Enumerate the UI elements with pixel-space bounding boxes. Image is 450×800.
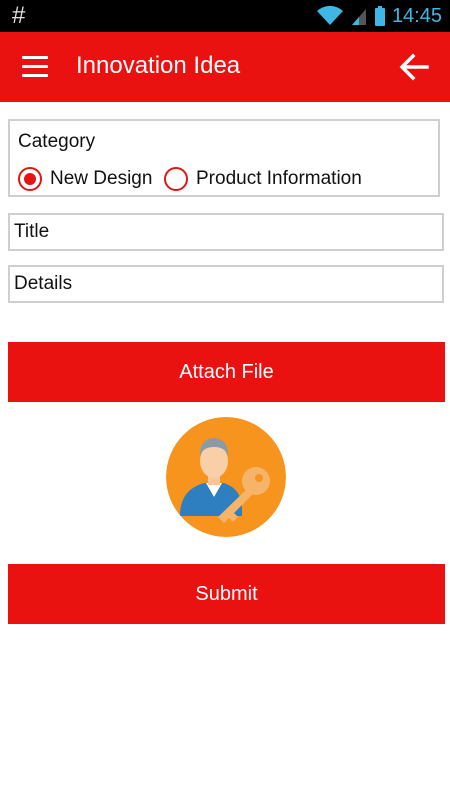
- radio-checked-icon: [18, 167, 42, 191]
- signal-icon: [350, 5, 368, 27]
- user-key-icon: [166, 417, 286, 537]
- submit-button[interactable]: Submit: [8, 564, 445, 624]
- category-group: Category New Design Product Information: [8, 119, 440, 197]
- radio-product-information-label: Product Information: [196, 168, 362, 189]
- avatar: [166, 417, 286, 537]
- menu-icon[interactable]: [22, 56, 48, 78]
- status-bar: # 14:45: [0, 0, 450, 32]
- battery-icon: [374, 5, 386, 27]
- attach-file-button[interactable]: Attach File: [8, 342, 445, 402]
- status-icons: 14:45: [316, 0, 442, 32]
- page-title: Innovation Idea: [76, 52, 241, 79]
- wifi-icon: [316, 5, 344, 27]
- radio-new-design-label: New Design: [50, 168, 153, 189]
- category-label: Category: [18, 131, 96, 152]
- app-bar: Innovation Idea: [0, 32, 450, 102]
- radio-new-design[interactable]: New Design: [18, 167, 152, 191]
- details-input[interactable]: [8, 265, 444, 303]
- radio-unchecked-icon: [164, 167, 188, 191]
- radio-product-information[interactable]: Product Information: [164, 167, 362, 191]
- screen: # 14:45 Innovation Idea Category New Des…: [0, 0, 450, 800]
- title-input[interactable]: [8, 213, 444, 251]
- status-time: 14:45: [391, 4, 442, 27]
- back-arrow-icon[interactable]: [398, 51, 430, 83]
- status-hash-symbol: #: [12, 2, 26, 29]
